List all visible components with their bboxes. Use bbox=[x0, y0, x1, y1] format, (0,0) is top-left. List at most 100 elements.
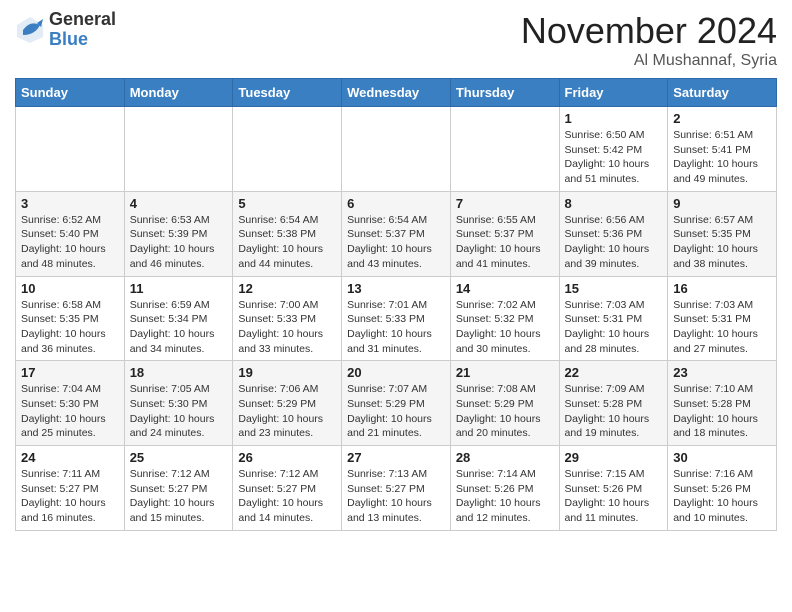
calendar-header-sunday: Sunday bbox=[16, 79, 125, 107]
calendar-cell bbox=[124, 107, 233, 192]
day-info: Sunrise: 6:58 AM Sunset: 5:35 PM Dayligh… bbox=[21, 298, 119, 357]
calendar-cell: 18Sunrise: 7:05 AM Sunset: 5:30 PM Dayli… bbox=[124, 361, 233, 446]
day-number: 16 bbox=[673, 281, 771, 296]
day-info: Sunrise: 6:51 AM Sunset: 5:41 PM Dayligh… bbox=[673, 128, 771, 187]
day-number: 23 bbox=[673, 365, 771, 380]
day-number: 11 bbox=[130, 281, 228, 296]
calendar-cell: 13Sunrise: 7:01 AM Sunset: 5:33 PM Dayli… bbox=[342, 276, 451, 361]
day-info: Sunrise: 7:10 AM Sunset: 5:28 PM Dayligh… bbox=[673, 382, 771, 441]
day-number: 3 bbox=[21, 196, 119, 211]
day-number: 27 bbox=[347, 450, 445, 465]
day-number: 7 bbox=[456, 196, 554, 211]
day-info: Sunrise: 7:11 AM Sunset: 5:27 PM Dayligh… bbox=[21, 467, 119, 526]
calendar-cell: 23 Sunrise: 7:10 AM Sunset: 5:28 PM Dayli… bbox=[668, 361, 777, 446]
day-info: Sunrise: 6:52 AM Sunset: 5:40 PM Dayligh… bbox=[21, 213, 119, 272]
logo-icon bbox=[15, 15, 45, 45]
calendar-week-2: 3 Sunrise: 6:52 AM Sunset: 5:40 PM Daylig… bbox=[16, 191, 777, 276]
calendar-cell: 15 Sunrise: 7:03 AM Sunset: 5:31 PM Dayli… bbox=[559, 276, 668, 361]
calendar-cell: 6 Sunrise: 6:54 AM Sunset: 5:37 PM Daylig… bbox=[342, 191, 451, 276]
calendar-cell: 10Sunrise: 6:58 AM Sunset: 5:35 PM Dayli… bbox=[16, 276, 125, 361]
title-block: November 2024 Al Mushannaf, Syria bbox=[521, 10, 777, 70]
calendar-cell bbox=[450, 107, 559, 192]
calendar-cell: 3 Sunrise: 6:52 AM Sunset: 5:40 PM Daylig… bbox=[16, 191, 125, 276]
calendar-header-monday: Monday bbox=[124, 79, 233, 107]
day-number: 17 bbox=[21, 365, 119, 380]
calendar-week-1: 1Sunrise: 6:50 AM Sunset: 5:42 PM Daylig… bbox=[16, 107, 777, 192]
calendar-cell: 24Sunrise: 7:11 AM Sunset: 5:27 PM Dayli… bbox=[16, 446, 125, 531]
logo-blue: Blue bbox=[49, 30, 116, 50]
day-number: 1 bbox=[565, 111, 663, 126]
logo-text: General Blue bbox=[49, 10, 116, 50]
calendar-cell: 21 Sunrise: 7:08 AM Sunset: 5:29 PM Dayli… bbox=[450, 361, 559, 446]
calendar-cell bbox=[16, 107, 125, 192]
day-info: Sunrise: 7:01 AM Sunset: 5:33 PM Dayligh… bbox=[347, 298, 445, 357]
day-info: Sunrise: 7:12 AM Sunset: 5:27 PM Dayligh… bbox=[238, 467, 336, 526]
calendar-cell: 16 Sunrise: 7:03 AM Sunset: 5:31 PM Dayli… bbox=[668, 276, 777, 361]
calendar-cell: 19 Sunrise: 7:06 AM Sunset: 5:29 PM Dayli… bbox=[233, 361, 342, 446]
page: General Blue November 2024 Al Mushannaf,… bbox=[0, 0, 792, 546]
day-number: 21 bbox=[456, 365, 554, 380]
day-info: Sunrise: 7:14 AM Sunset: 5:26 PM Dayligh… bbox=[456, 467, 554, 526]
calendar-cell: 12 Sunrise: 7:00 AM Sunset: 5:33 PM Dayli… bbox=[233, 276, 342, 361]
day-number: 5 bbox=[238, 196, 336, 211]
calendar-cell: 17 Sunrise: 7:04 AM Sunset: 5:30 PM Dayli… bbox=[16, 361, 125, 446]
day-number: 14 bbox=[456, 281, 554, 296]
header: General Blue November 2024 Al Mushannaf,… bbox=[15, 10, 777, 70]
day-info: Sunrise: 6:59 AM Sunset: 5:34 PM Dayligh… bbox=[130, 298, 228, 357]
calendar-cell: 5 Sunrise: 6:54 AM Sunset: 5:38 PM Daylig… bbox=[233, 191, 342, 276]
calendar-week-4: 17 Sunrise: 7:04 AM Sunset: 5:30 PM Dayli… bbox=[16, 361, 777, 446]
day-number: 20 bbox=[347, 365, 445, 380]
calendar-cell bbox=[342, 107, 451, 192]
day-info: Sunrise: 7:15 AM Sunset: 5:26 PM Dayligh… bbox=[565, 467, 663, 526]
logo-general: General bbox=[49, 10, 116, 30]
day-info: Sunrise: 6:54 AM Sunset: 5:37 PM Dayligh… bbox=[347, 213, 445, 272]
day-info: Sunrise: 7:06 AM Sunset: 5:29 PM Dayligh… bbox=[238, 382, 336, 441]
calendar-cell: 28 Sunrise: 7:14 AM Sunset: 5:26 PM Dayli… bbox=[450, 446, 559, 531]
calendar-table: SundayMondayTuesdayWednesdayThursdayFrid… bbox=[15, 78, 777, 531]
day-info: Sunrise: 7:03 AM Sunset: 5:31 PM Dayligh… bbox=[673, 298, 771, 357]
calendar-cell bbox=[233, 107, 342, 192]
calendar-cell: 30 Sunrise: 7:16 AM Sunset: 5:26 PM Dayli… bbox=[668, 446, 777, 531]
day-number: 19 bbox=[238, 365, 336, 380]
calendar-cell: 14 Sunrise: 7:02 AM Sunset: 5:32 PM Dayli… bbox=[450, 276, 559, 361]
day-info: Sunrise: 7:09 AM Sunset: 5:28 PM Dayligh… bbox=[565, 382, 663, 441]
calendar-cell: 9 Sunrise: 6:57 AM Sunset: 5:35 PM Daylig… bbox=[668, 191, 777, 276]
day-number: 29 bbox=[565, 450, 663, 465]
calendar-cell: 7 Sunrise: 6:55 AM Sunset: 5:37 PM Daylig… bbox=[450, 191, 559, 276]
calendar-cell: 1Sunrise: 6:50 AM Sunset: 5:42 PM Daylig… bbox=[559, 107, 668, 192]
day-info: Sunrise: 7:03 AM Sunset: 5:31 PM Dayligh… bbox=[565, 298, 663, 357]
day-number: 22 bbox=[565, 365, 663, 380]
calendar-header-thursday: Thursday bbox=[450, 79, 559, 107]
calendar-cell: 29 Sunrise: 7:15 AM Sunset: 5:26 PM Dayli… bbox=[559, 446, 668, 531]
day-info: Sunrise: 7:02 AM Sunset: 5:32 PM Dayligh… bbox=[456, 298, 554, 357]
calendar-week-5: 24Sunrise: 7:11 AM Sunset: 5:27 PM Dayli… bbox=[16, 446, 777, 531]
calendar-header-wednesday: Wednesday bbox=[342, 79, 451, 107]
day-number: 28 bbox=[456, 450, 554, 465]
day-info: Sunrise: 6:57 AM Sunset: 5:35 PM Dayligh… bbox=[673, 213, 771, 272]
day-number: 26 bbox=[238, 450, 336, 465]
day-info: Sunrise: 7:08 AM Sunset: 5:29 PM Dayligh… bbox=[456, 382, 554, 441]
day-info: Sunrise: 7:07 AM Sunset: 5:29 PM Dayligh… bbox=[347, 382, 445, 441]
day-info: Sunrise: 7:04 AM Sunset: 5:30 PM Dayligh… bbox=[21, 382, 119, 441]
day-number: 6 bbox=[347, 196, 445, 211]
calendar-cell: 11 Sunrise: 6:59 AM Sunset: 5:34 PM Dayli… bbox=[124, 276, 233, 361]
day-info: Sunrise: 6:53 AM Sunset: 5:39 PM Dayligh… bbox=[130, 213, 228, 272]
day-info: Sunrise: 6:55 AM Sunset: 5:37 PM Dayligh… bbox=[456, 213, 554, 272]
calendar-cell: 27Sunrise: 7:13 AM Sunset: 5:27 PM Dayli… bbox=[342, 446, 451, 531]
day-info: Sunrise: 7:00 AM Sunset: 5:33 PM Dayligh… bbox=[238, 298, 336, 357]
day-info: Sunrise: 6:54 AM Sunset: 5:38 PM Dayligh… bbox=[238, 213, 336, 272]
day-number: 9 bbox=[673, 196, 771, 211]
calendar-cell: 22 Sunrise: 7:09 AM Sunset: 5:28 PM Dayli… bbox=[559, 361, 668, 446]
day-info: Sunrise: 7:16 AM Sunset: 5:26 PM Dayligh… bbox=[673, 467, 771, 526]
month-title: November 2024 bbox=[521, 10, 777, 52]
day-number: 15 bbox=[565, 281, 663, 296]
day-number: 12 bbox=[238, 281, 336, 296]
calendar-cell: 2Sunrise: 6:51 AM Sunset: 5:41 PM Daylig… bbox=[668, 107, 777, 192]
calendar-cell: 4 Sunrise: 6:53 AM Sunset: 5:39 PM Daylig… bbox=[124, 191, 233, 276]
calendar-header-row: SundayMondayTuesdayWednesdayThursdayFrid… bbox=[16, 79, 777, 107]
day-number: 4 bbox=[130, 196, 228, 211]
calendar-header-tuesday: Tuesday bbox=[233, 79, 342, 107]
calendar-cell: 26 Sunrise: 7:12 AM Sunset: 5:27 PM Dayli… bbox=[233, 446, 342, 531]
calendar-header-friday: Friday bbox=[559, 79, 668, 107]
day-number: 30 bbox=[673, 450, 771, 465]
